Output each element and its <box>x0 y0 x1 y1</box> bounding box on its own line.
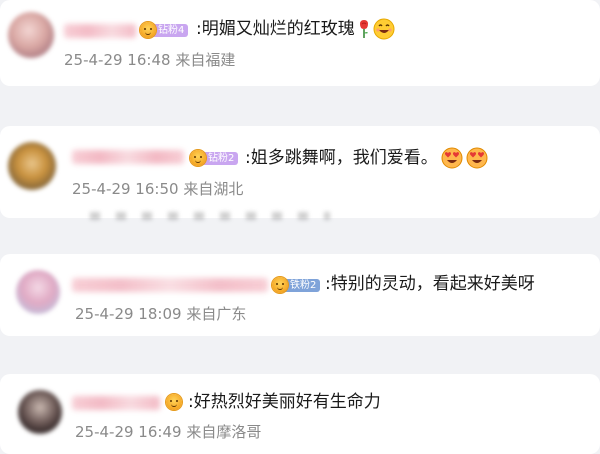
comment-meta: 25-4-29 16:48 来自福建 <box>64 50 235 70</box>
username[interactable] <box>72 396 160 410</box>
comment-body: :明媚又灿烂的红玫瑰 <box>196 19 355 39</box>
avatar[interactable] <box>18 390 62 434</box>
comment-location: 来自摩洛哥 <box>186 423 262 441</box>
comment-card: 钻粉2 :姐多跳舞啊，我们爱看。 25-4-29 16:50 来自湖北 <box>0 126 600 218</box>
comment-meta: 25-4-29 16:50 来自湖北 <box>72 179 243 199</box>
comment-meta: 25-4-29 16:49 来自摩洛哥 <box>75 422 261 442</box>
comment-location: 来自广东 <box>186 305 247 323</box>
username[interactable] <box>72 278 268 292</box>
comment-body: :好热烈好美丽好有生命力 <box>188 392 381 412</box>
comment-timestamp: 25-4-29 16:49 <box>75 423 182 441</box>
fan-badge-label: 钻粉2 <box>201 151 239 165</box>
comment-location: 来自福建 <box>175 51 236 69</box>
fan-badge-face-icon <box>166 394 182 410</box>
fan-badge-face-icon <box>140 22 156 38</box>
comment-card: 钻粉4 :明媚又灿烂的红玫瑰 25-4-29 16:48 来自福建 <box>0 0 600 86</box>
avatar[interactable] <box>16 270 60 314</box>
blurred-preview-text <box>90 212 330 220</box>
smiling-face-icon <box>373 18 395 40</box>
fan-badge: 钻粉2 <box>190 150 239 166</box>
comment-timestamp: 25-4-29 16:50 <box>72 180 179 198</box>
heart-eyes-icon <box>441 147 463 169</box>
avatar[interactable] <box>8 142 56 190</box>
fan-badge-face-icon <box>272 277 288 293</box>
fan-badge <box>166 394 182 410</box>
avatar[interactable] <box>8 12 54 58</box>
comment-body: :姐多跳舞啊，我们爱看。 <box>245 148 438 168</box>
comment-card: 铁粉2 :特别的灵动，看起来好美呀 25-4-29 18:09 来自广东 <box>0 254 600 336</box>
rose-icon <box>358 19 370 39</box>
fan-badge-label: 钻粉4 <box>151 23 189 37</box>
fan-badge: 钻粉4 <box>140 22 189 38</box>
comment-body: :特别的灵动，看起来好美呀 <box>325 274 535 294</box>
username[interactable] <box>64 24 136 38</box>
comment-text: :明媚又灿烂的红玫瑰 <box>196 18 395 40</box>
heart-eyes-icon <box>466 147 488 169</box>
comment-timestamp: 25-4-29 16:48 <box>64 51 171 69</box>
fan-badge-face-icon <box>190 150 206 166</box>
comment-timestamp: 25-4-29 18:09 <box>75 305 182 323</box>
fan-badge-label: 铁粉2 <box>283 278 321 292</box>
username[interactable] <box>72 150 184 164</box>
comment-location: 来自湖北 <box>183 180 244 198</box>
comment-text: :特别的灵动，看起来好美呀 <box>325 273 535 295</box>
comment-meta: 25-4-29 18:09 来自广东 <box>75 304 246 324</box>
comment-card: :好热烈好美丽好有生命力 25-4-29 16:49 来自摩洛哥 <box>0 374 600 454</box>
comment-text: :姐多跳舞啊，我们爱看。 <box>245 147 488 169</box>
fan-badge: 铁粉2 <box>272 277 321 293</box>
comment-text: :好热烈好美丽好有生命力 <box>188 391 381 413</box>
